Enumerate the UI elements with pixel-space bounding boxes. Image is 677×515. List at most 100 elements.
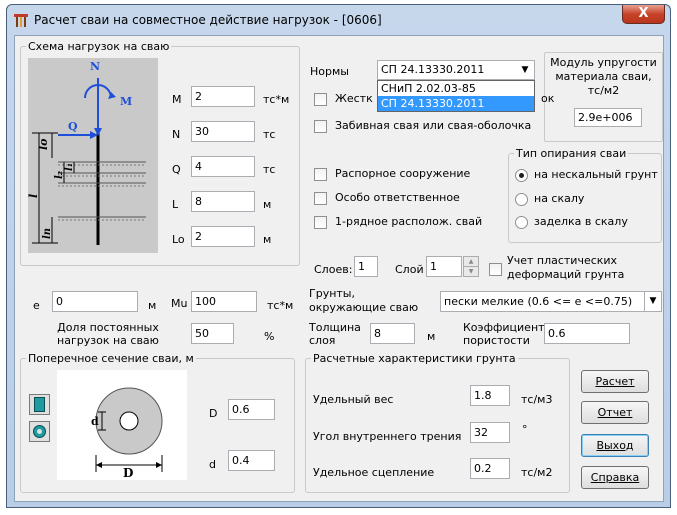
e-input[interactable]: 0 xyxy=(52,291,138,312)
modulus-label-line1: Модуль упругости xyxy=(550,56,657,69)
critical-checkbox[interactable] xyxy=(314,192,327,205)
plastic-label-line2: деформаций грунта xyxy=(507,268,625,281)
cohesion-label: Удельное сцепление xyxy=(313,466,435,479)
diagram-D-label: D xyxy=(123,466,133,480)
layer-spinner[interactable]: ▲ ▼ xyxy=(463,256,479,277)
modulus-input[interactable]: 2.9e+006 xyxy=(574,108,642,127)
N-unit: тс xyxy=(263,128,276,141)
layers-count-label: Слоев: xyxy=(314,263,353,276)
porosity-label: Коэффициент пористости xyxy=(463,321,545,347)
dialog-body: Схема нагрузок на сваю N M Q lo l l₂ l₁ … xyxy=(14,35,664,502)
friction-angle-label: Угол внутреннего трения xyxy=(313,430,462,443)
N-label: N xyxy=(172,128,181,141)
diagram-N-label: N xyxy=(90,60,100,73)
norms-option-0[interactable]: СНиП 2.02.03-85 xyxy=(378,81,534,96)
plastic-deformation-checkbox[interactable] xyxy=(489,263,502,276)
support-type-legend: Тип опирания сваи xyxy=(516,147,627,160)
permanent-label-line2: нагрузок на сваю xyxy=(57,334,159,347)
single-row-checkbox[interactable] xyxy=(314,216,327,229)
soils-label-line2: окружающие сваю xyxy=(309,301,419,314)
driven-pile-checkbox[interactable] xyxy=(314,120,327,133)
D-input[interactable]: 0.6 xyxy=(228,399,275,420)
spin-up-icon[interactable]: ▲ xyxy=(464,257,478,267)
rigid-label-suffix: ок xyxy=(541,92,555,105)
support-type-group: Тип опирания сваи xyxy=(508,147,662,243)
Mu-label: Mu xyxy=(171,297,188,310)
support-radio-embed[interactable] xyxy=(515,216,528,229)
thickness-label-line2: слоя xyxy=(309,334,336,347)
thickness-unit: м xyxy=(427,330,436,343)
Lo-label: Lo xyxy=(172,233,185,246)
d-input[interactable]: 0.4 xyxy=(228,450,275,471)
modulus-label: Модуль упругости материала сваи, тс/м2 xyxy=(546,56,661,98)
diagram-d-label: d xyxy=(91,415,99,428)
M-unit: тс*м xyxy=(263,93,290,106)
thickness-label: Толщина слоя xyxy=(309,321,361,347)
norms-option-1[interactable]: СП 24.13330.2011 xyxy=(378,96,534,111)
rigid-checkbox[interactable] xyxy=(314,93,327,106)
permanent-load-input[interactable]: 50 xyxy=(191,323,234,344)
L-label: L xyxy=(172,198,179,211)
L-unit: м xyxy=(263,198,272,211)
close-button[interactable]: X xyxy=(622,5,665,24)
Lo-input[interactable]: 2 xyxy=(191,226,255,247)
soils-chevron-down-icon[interactable]: ▼ xyxy=(645,291,662,312)
diagram-l-label: l xyxy=(28,194,40,198)
calc-button[interactable]: Расчет xyxy=(581,370,649,393)
main-window: Расчет сваи на совместное действие нагру… xyxy=(6,4,671,508)
soil-properties-legend: Расчетные характеристики грунта xyxy=(313,352,516,365)
thickness-label-line1: Толщина xyxy=(309,321,361,334)
permanent-load-label: Доля постоянных нагрузок на сваю xyxy=(33,321,183,347)
D-label: D xyxy=(209,407,218,420)
ring-section-icon xyxy=(33,425,46,438)
soils-select[interactable]: пески мелкие (0.6 <= e <=0.75) xyxy=(440,291,645,312)
thickness-input[interactable]: 8 xyxy=(370,323,415,344)
diagram-M-label: M xyxy=(120,95,132,108)
unit-weight-input[interactable]: 1.8 xyxy=(470,385,510,406)
app-icon xyxy=(14,14,28,27)
support-radio-rock[interactable] xyxy=(515,193,528,206)
unit-weight-unit: тс/м3 xyxy=(521,393,553,406)
porosity-label-line1: Коэффициент xyxy=(463,321,545,334)
friction-angle-input[interactable]: 32 xyxy=(470,422,510,443)
exit-button[interactable]: Выход xyxy=(581,434,649,457)
section-diagram: D d xyxy=(57,370,187,480)
e-label: e xyxy=(33,299,40,312)
square-section-icon xyxy=(34,397,45,412)
report-button[interactable]: Отчет xyxy=(581,401,649,424)
e-unit: м xyxy=(148,299,157,312)
Lo-unit: м xyxy=(263,233,272,246)
soils-label-line1: Грунты, xyxy=(309,287,355,300)
layers-count-input[interactable]: 1 xyxy=(354,256,378,277)
cohesion-input[interactable]: 0.2 xyxy=(470,458,510,479)
loads-group-legend: Схема нагрузок на сваю xyxy=(28,40,170,53)
ring-section-button[interactable] xyxy=(29,421,50,442)
N-input[interactable]: 30 xyxy=(191,121,255,142)
norms-label: Нормы xyxy=(310,65,349,78)
spin-down-icon[interactable]: ▼ xyxy=(464,267,478,276)
percent-unit: % xyxy=(264,330,275,343)
Q-label: Q xyxy=(172,163,181,176)
degree-unit: ° xyxy=(522,423,528,436)
porosity-label-line2: пористости xyxy=(463,334,530,347)
Mu-input[interactable]: 100 xyxy=(191,291,257,312)
support-radio-nonrock[interactable] xyxy=(515,169,528,182)
norms-select[interactable]: СП 24.13330.2011 xyxy=(377,60,535,80)
Q-input[interactable]: 4 xyxy=(191,156,255,177)
window-title: Расчет сваи на совместное действие нагру… xyxy=(34,13,382,27)
plastic-label-line1: Учет пластических xyxy=(507,254,618,267)
cohesion-unit: тс/м2 xyxy=(521,466,553,479)
title-bar[interactable]: Расчет сваи на совместное действие нагру… xyxy=(7,5,670,35)
modulus-label-line2: материала сваи, xyxy=(555,70,652,83)
layer-input[interactable]: 1 xyxy=(426,256,462,277)
help-button[interactable]: Справка xyxy=(581,466,649,489)
strut-checkbox[interactable] xyxy=(314,168,327,181)
porosity-input[interactable]: 0.6 xyxy=(544,323,630,344)
square-section-button[interactable] xyxy=(29,394,50,415)
L-input[interactable]: 8 xyxy=(191,191,255,212)
M-input[interactable]: 2 xyxy=(191,86,255,107)
chevron-down-icon[interactable]: ▼ xyxy=(517,62,533,78)
plastic-deformation-label: Учет пластических деформаций грунта xyxy=(507,254,624,282)
support-label-rock: на скалу xyxy=(534,192,585,205)
single-row-label: 1-рядное располож. свай xyxy=(335,215,483,228)
